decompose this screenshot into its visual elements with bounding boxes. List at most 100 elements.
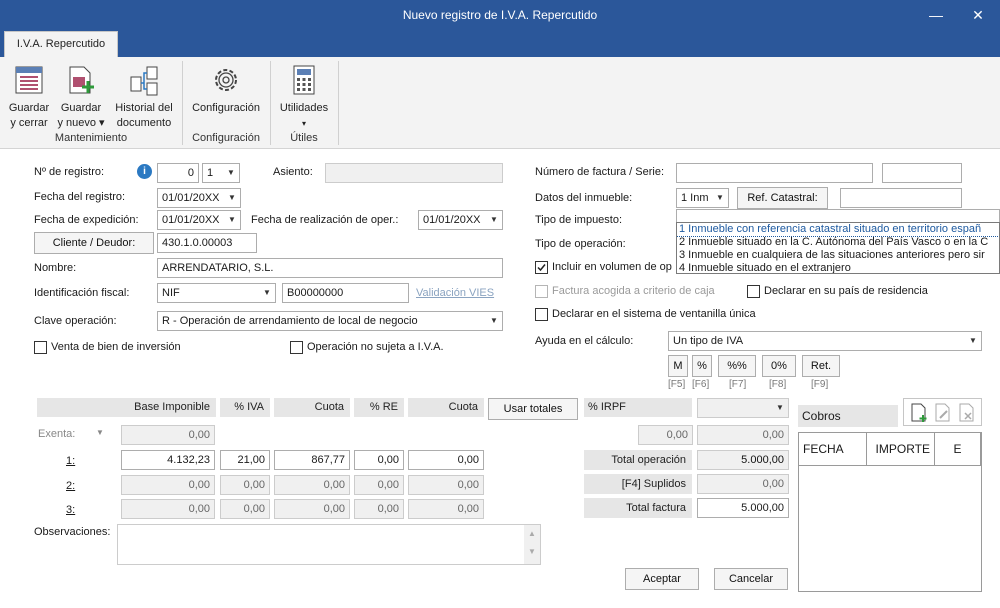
operacion-no-sujeta-checkbox[interactable] xyxy=(290,341,303,354)
tab-iva-repercutido[interactable]: I.V.A. Repercutido xyxy=(4,31,118,58)
row-3-cuota-field[interactable]: 0,00 xyxy=(274,499,350,519)
serie-select[interactable]: 1 ▼ xyxy=(202,163,240,183)
serie-factura-field[interactable] xyxy=(882,163,962,183)
calc-ret-button[interactable]: Ret. xyxy=(802,355,840,377)
row-1-cuota-re-field[interactable]: 0,00 xyxy=(408,450,484,470)
num-registro-field[interactable]: 0 xyxy=(157,163,199,183)
operacion-no-sujeta-label: Operación no sujeta a I.V.A. xyxy=(307,341,444,353)
total-factura-label: Total factura xyxy=(584,498,692,518)
ident-fiscal-field[interactable]: B00000000 xyxy=(282,283,409,303)
row-3-re-field[interactable]: 0,00 xyxy=(354,499,404,519)
minimize-button[interactable]: — xyxy=(916,0,956,31)
ref-catastral-field[interactable] xyxy=(840,188,962,208)
num-factura-field[interactable] xyxy=(676,163,873,183)
row-2-iva-field[interactable]: 0,00 xyxy=(220,475,270,495)
inmueble-option[interactable]: 1 Inmueble con referencia catastral situ… xyxy=(677,223,999,237)
chevron-down-icon: ▼ xyxy=(228,215,236,224)
row-2-cuota-re-field[interactable]: 0,00 xyxy=(408,475,484,495)
col-header-cuota-re: Cuota xyxy=(408,398,484,417)
irpf-value-field: 0,00 xyxy=(697,425,789,445)
fecha-realizacion-label: Fecha de realización de oper.: xyxy=(251,214,399,226)
scrollbar[interactable]: ▲ ▼ xyxy=(524,525,540,564)
save-new-button[interactable]: Guardar y nuevo ▾ xyxy=(56,63,106,131)
venta-bien-inversion-checkbox[interactable] xyxy=(34,341,47,354)
fecha-registro-field[interactable]: 01/01/20XX ▼ xyxy=(157,188,241,208)
observaciones-label: Observaciones: xyxy=(34,526,111,538)
info-icon[interactable]: i xyxy=(137,164,152,179)
history-icon xyxy=(130,66,158,96)
col-header-cuota: Cuota xyxy=(274,398,350,417)
row-3-cuota-re-field[interactable]: 0,00 xyxy=(408,499,484,519)
row-2-re-field[interactable]: 0,00 xyxy=(354,475,404,495)
fecha-expedicion-field[interactable]: 01/01/20XX ▼ xyxy=(157,210,241,230)
row-1-iva-field[interactable]: 21,00 xyxy=(220,450,270,470)
usar-totales-button[interactable]: Usar totales xyxy=(488,398,578,420)
cliente-field[interactable]: 430.1.0.00003 xyxy=(157,233,257,253)
ref-catastral-button[interactable]: Ref. Catastral: xyxy=(737,187,828,209)
chevron-down-icon: ▼ xyxy=(716,193,724,202)
inmueble-dropdown-list[interactable]: 1 Inmueble con referencia catastral situ… xyxy=(676,222,1000,274)
configuracion-button[interactable]: Configuración xyxy=(186,63,266,116)
calc-double-percent-button[interactable]: %% xyxy=(718,355,756,377)
col-header-fecha[interactable]: FECHA xyxy=(799,433,867,466)
history-button[interactable]: Historial del documento xyxy=(108,63,180,131)
ribbon-separator xyxy=(338,61,339,145)
datos-inmueble-select[interactable]: 1 Inm ▼ xyxy=(676,188,729,208)
cobros-toolbar xyxy=(903,398,982,426)
group-utiles: Útiles xyxy=(290,132,318,144)
cobros-grid[interactable]: FECHA IMPORTE E xyxy=(798,432,982,592)
tipo-impuesto-field[interactable] xyxy=(676,209,1000,223)
fecha-realizacion-field[interactable]: 01/01/20XX ▼ xyxy=(418,210,503,230)
f7-hint: [F7] xyxy=(729,379,747,390)
nombre-field[interactable]: ARRENDATARIO, S.L. xyxy=(157,258,503,278)
new-document-icon[interactable] xyxy=(910,403,928,423)
row-1-cuota-field[interactable]: 867,77 xyxy=(274,450,350,470)
chevron-down-icon: ▼ xyxy=(227,168,235,177)
window-title: Nuevo registro de I.V.A. Repercutido xyxy=(402,8,598,22)
ventanilla-unica-checkbox[interactable] xyxy=(535,308,548,321)
row-3-iva-field[interactable]: 0,00 xyxy=(220,499,270,519)
fecha-registro-label: Fecha del registro: xyxy=(34,191,126,203)
inmueble-option[interactable]: 3 Inmueble en cualquiera de las situacio… xyxy=(677,249,999,262)
inmueble-option[interactable]: 2 Inmueble situado en la C. Autónoma del… xyxy=(677,236,999,249)
num-factura-label: Número de factura / Serie: xyxy=(535,166,665,178)
calc-percent-button[interactable]: % xyxy=(692,355,712,377)
observaciones-textarea[interactable]: ▲ ▼ xyxy=(117,524,541,565)
cliente-deudor-button[interactable]: Cliente / Deudor: xyxy=(34,232,154,254)
declarar-pais-checkbox[interactable] xyxy=(747,285,760,298)
cobros-label: Cobros xyxy=(798,405,898,427)
col-header-e[interactable]: E xyxy=(935,433,981,466)
edit-document-icon[interactable] xyxy=(934,403,952,423)
row-2-base-field[interactable]: 0,00 xyxy=(121,475,215,495)
close-button[interactable]: ✕ xyxy=(958,0,998,31)
row-3-base-field[interactable]: 0,00 xyxy=(121,499,215,519)
nombre-label: Nombre: xyxy=(34,262,77,274)
f8-hint: [F8] xyxy=(769,379,787,390)
inmueble-option[interactable]: 4 Inmueble situado en el extranjero xyxy=(677,262,999,273)
aceptar-button[interactable]: Aceptar xyxy=(625,568,699,590)
exenta-label: Exenta: xyxy=(38,428,76,440)
col-header-iva: % IVA xyxy=(220,398,270,417)
utilidades-button[interactable]: Utilidades ▾ xyxy=(274,63,334,131)
row-2-cuota-field[interactable]: 0,00 xyxy=(274,475,350,495)
calc-zero-percent-button[interactable]: 0% xyxy=(762,355,796,377)
clave-operacion-select[interactable]: R - Operación de arrendamiento de local … xyxy=(157,311,503,331)
ident-fiscal-type-select[interactable]: NIF ▼ xyxy=(157,283,276,303)
total-operacion-label: Total operación xyxy=(584,450,692,470)
row-1-re-field[interactable]: 0,00 xyxy=(354,450,404,470)
delete-document-icon[interactable] xyxy=(958,403,976,423)
title-bar: Nuevo registro de I.V.A. Repercutido — ✕ xyxy=(0,0,1000,31)
chevron-down-icon: ▼ xyxy=(228,193,236,202)
cancelar-button[interactable]: Cancelar xyxy=(714,568,788,590)
calc-m-button[interactable]: M xyxy=(668,355,688,377)
row-1-base-field[interactable]: 4.132,23 xyxy=(121,450,215,470)
tipo-operacion-label: Tipo de operación: xyxy=(535,238,626,250)
incluir-volumen-checkbox[interactable] xyxy=(535,261,548,274)
asiento-label: Asiento: xyxy=(273,166,313,178)
col-header-importe[interactable]: IMPORTE xyxy=(867,433,935,466)
validacion-vies-link[interactable]: Validación VIES xyxy=(416,287,494,299)
ayuda-calculo-select[interactable]: Un tipo de IVA ▼ xyxy=(668,331,982,351)
total-factura-field[interactable]: 5.000,00 xyxy=(697,498,789,518)
row-2-label: 2: xyxy=(66,480,76,492)
save-close-button[interactable]: Guardar y cerrar xyxy=(4,63,54,131)
